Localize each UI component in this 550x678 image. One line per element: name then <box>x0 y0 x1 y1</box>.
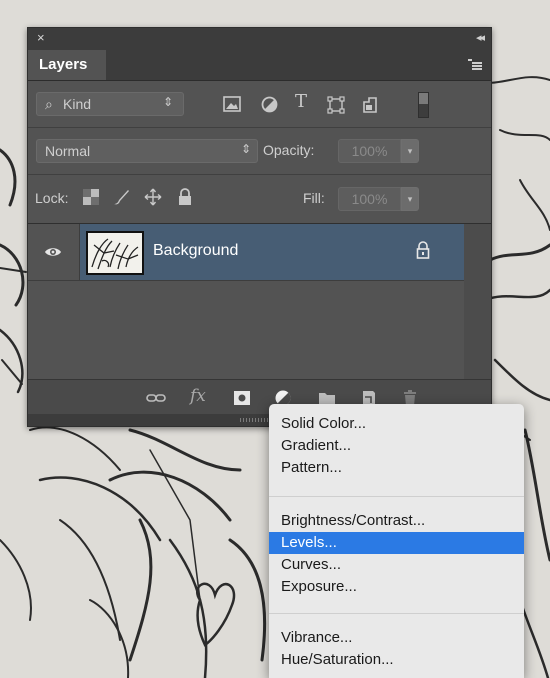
adjustment-layer-filter-icon[interactable] <box>261 96 278 113</box>
fill-label: Fill: <box>303 190 325 206</box>
menu-item-vibrance[interactable]: Vibrance... <box>269 627 524 649</box>
opacity-dropdown-arrow[interactable]: ▾ <box>401 139 419 163</box>
blend-row: Normal ⇕ Opacity: 100% ▾ <box>28 128 491 175</box>
panel-tab-row: Layers <box>28 50 491 81</box>
menu-item-exposure[interactable]: Exposure... <box>269 576 524 598</box>
menu-item-hue-saturation[interactable]: Hue/Saturation... <box>269 649 524 671</box>
filter-kind-select[interactable]: ⌕ Kind ⇕ <box>36 92 184 116</box>
menu-item-solid-color[interactable]: Solid Color... <box>269 413 524 435</box>
updown-arrows-icon: ⇕ <box>240 142 251 156</box>
smart-object-filter-icon[interactable] <box>361 96 379 114</box>
search-icon: ⌕ <box>45 96 53 112</box>
layers-panel: × ◂◂ Layers ⌕ Kind ⇕ T Normal ⇕ Opacity:… <box>27 27 492 427</box>
tab-layers[interactable]: Layers <box>28 50 106 80</box>
collapse-icon[interactable]: ◂◂ <box>476 31 485 45</box>
opacity-label: Opacity: <box>263 142 315 158</box>
opacity-input[interactable]: 100% <box>338 139 401 163</box>
fill-dropdown-arrow[interactable]: ▾ <box>401 187 419 211</box>
menu-item-gradient[interactable]: Gradient... <box>269 435 524 457</box>
menu-item-brightness-contrast[interactable]: Brightness/Contrast... <box>269 510 524 532</box>
filter-kind-label: Kind <box>63 96 92 112</box>
layer-row-background[interactable]: Background <box>28 224 491 281</box>
panel-title-bar[interactable]: × ◂◂ <box>28 28 491 50</box>
eye-icon[interactable] <box>44 245 62 259</box>
shape-layer-filter-icon[interactable] <box>327 96 345 114</box>
lock-image-pixels-icon[interactable] <box>112 188 130 206</box>
lock-all-icon[interactable] <box>176 188 194 206</box>
layer-mask-icon[interactable] <box>233 389 251 407</box>
filter-row: ⌕ Kind ⇕ T <box>28 81 491 128</box>
adjustment-layer-menu: Solid Color... Gradient... Pattern... Br… <box>269 404 524 678</box>
layer-lock-icon <box>416 241 430 259</box>
pixel-layer-filter-icon[interactable] <box>223 96 241 112</box>
fill-input[interactable]: 100% <box>338 187 401 211</box>
close-icon[interactable]: × <box>37 30 45 46</box>
type-layer-filter-icon[interactable]: T <box>295 93 307 111</box>
link-layers-icon[interactable] <box>146 389 166 407</box>
updown-arrows-icon: ⇕ <box>162 95 173 109</box>
layers-scrollbar[interactable] <box>464 224 491 379</box>
visibility-cell[interactable] <box>28 224 80 280</box>
lock-label: Lock: <box>35 190 69 206</box>
menu-separator <box>269 613 524 614</box>
menu-item-levels[interactable]: Levels... <box>269 532 524 554</box>
layers-list: Background <box>28 224 491 379</box>
menu-item-pattern[interactable]: Pattern... <box>269 457 524 479</box>
lock-transparent-pixels-icon[interactable] <box>82 188 100 206</box>
lock-position-icon[interactable] <box>144 188 162 206</box>
menu-separator <box>269 496 524 497</box>
menu-item-curves[interactable]: Curves... <box>269 554 524 576</box>
panel-menu-icon[interactable] <box>468 59 482 71</box>
blend-mode-select[interactable]: Normal ⇕ <box>36 139 258 163</box>
blend-mode-value: Normal <box>45 143 91 159</box>
layer-thumbnail <box>86 231 144 275</box>
layer-name[interactable]: Background <box>153 242 238 260</box>
lock-row: Lock: Fill: 100% ▾ <box>28 175 491 224</box>
fx-icon[interactable]: fx <box>190 386 206 406</box>
filter-toggle-switch[interactable] <box>418 92 429 118</box>
